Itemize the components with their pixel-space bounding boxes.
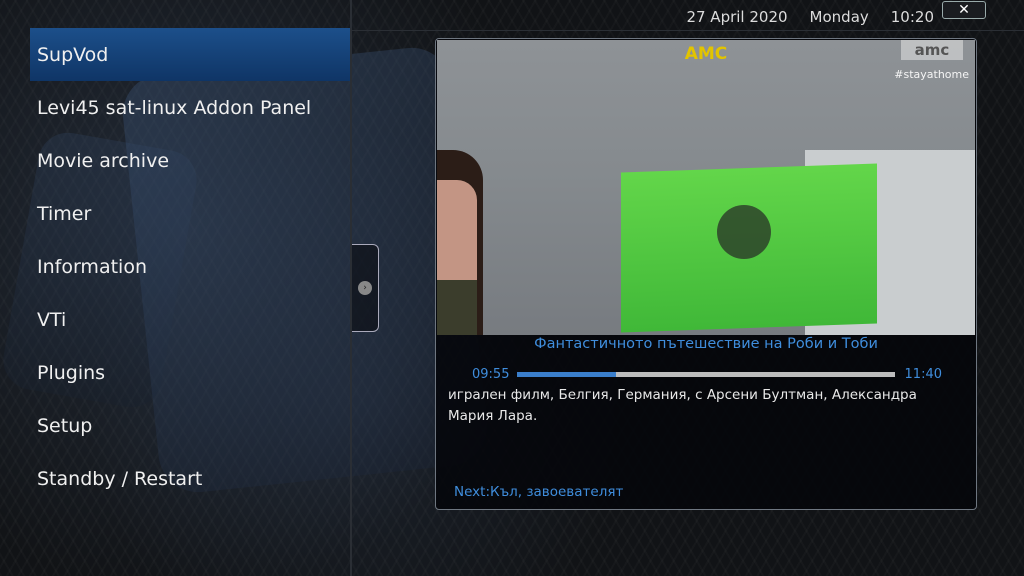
menu-item-timer[interactable]: Timer (0, 187, 350, 240)
panel-toggle-handle[interactable]: › (352, 244, 379, 332)
progress-row: 09:55 11:40 (472, 365, 942, 383)
menu-item-plugins[interactable]: Plugins (0, 346, 350, 399)
weekday-label: Monday (809, 8, 869, 26)
menu-item-label: Information (37, 255, 147, 278)
clock-bar: 27 April 2020 Monday 10:20 (686, 8, 934, 26)
menu-item-setup[interactable]: Setup (0, 399, 350, 452)
menu-item-label: VTi (37, 308, 67, 331)
menu-item-label: Movie archive (37, 149, 170, 172)
header-divider (352, 30, 1024, 31)
program-description: игрален филм, Белгия, Германия, с Арсени… (448, 387, 917, 424)
video-person-coat (437, 280, 477, 335)
menu-item-addon-panel[interactable]: Levi45 sat-linux Addon Panel (0, 81, 350, 134)
program-title: Фантастичното пътешествие на Роби и Тоби (534, 336, 878, 352)
progress-bar (517, 371, 895, 377)
start-time: 09:55 (472, 366, 510, 382)
menu-item-label: SupVod (37, 43, 109, 66)
end-time: 11:40 (904, 366, 942, 382)
progress-fill (517, 371, 616, 377)
video-preview: AMC amc #stayathome (437, 40, 975, 335)
menu-item-supvod[interactable]: SupVod (30, 28, 350, 81)
close-icon: ✕ (958, 2, 970, 18)
menu-item-movie-archive[interactable]: Movie archive (0, 134, 350, 187)
arrow-icon: › (358, 281, 372, 295)
main-menu: SupVod Levi45 sat-linux Addon Panel Movi… (0, 28, 350, 505)
hashtag-overlay: #stayathome (894, 68, 969, 81)
video-green-logo (717, 205, 771, 259)
menu-item-label: Levi45 sat-linux Addon Panel (37, 96, 312, 119)
menu-item-label: Standby / Restart (37, 467, 203, 490)
menu-item-standby-restart[interactable]: Standby / Restart (0, 452, 350, 505)
date-label: 27 April 2020 (686, 8, 788, 26)
next-program: Next:Къл, завоевателят (454, 484, 624, 500)
menu-item-label: Plugins (37, 361, 106, 384)
menu-item-information[interactable]: Information (0, 240, 350, 293)
preview-panel: AMC amc #stayathome Фантастичното пътеше… (435, 38, 977, 510)
menu-item-vti[interactable]: VTi (0, 293, 350, 346)
close-button[interactable]: ✕ (942, 1, 986, 19)
time-label: 10:20 (890, 8, 934, 26)
channel-name: AMC (684, 44, 728, 64)
menu-item-label: Setup (37, 414, 93, 437)
channel-bug-logo: amc (901, 40, 963, 60)
menu-item-label: Timer (37, 202, 92, 225)
